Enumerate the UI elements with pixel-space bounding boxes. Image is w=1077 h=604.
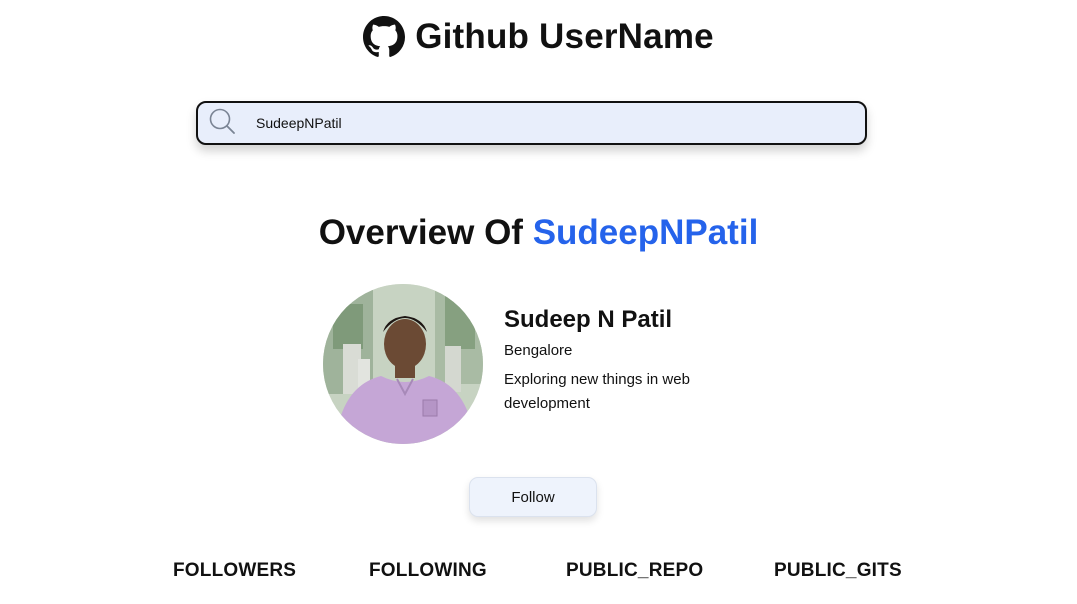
avatar [323,284,483,444]
github-icon [363,16,406,58]
search-bar[interactable] [196,101,867,145]
overview-heading: Overview Of SudeepNPatil [0,213,1077,253]
page: Github UserName Overview Of SudeepNPatil [0,0,1077,604]
stats-row: FOLLOWERS FOLLOWING PUBLIC_REPO PUBLIC_G… [0,560,1077,590]
app-header: Github UserName [0,16,1077,58]
profile-bio: Exploring new things in web development [504,371,690,412]
profile-location: Bengalore [504,342,573,359]
profile-info: Sudeep N Patil Bengalore Exploring new t… [504,306,754,416]
overview-prefix: Overview Of [318,213,523,252]
stat-public-repo: PUBLIC_REPO [566,560,704,581]
follow-button[interactable]: Follow [469,477,597,517]
app-title: Github UserName [415,17,714,56]
stat-public-gists: PUBLIC_GITS [774,560,902,581]
profile-name: Sudeep N Patil [504,306,673,333]
overview-username: SudeepNPatil [532,213,759,252]
search-icon[interactable] [198,107,236,140]
search-input[interactable] [254,114,818,132]
stat-followers: FOLLOWERS [173,560,297,581]
stat-following: FOLLOWING [369,560,487,581]
